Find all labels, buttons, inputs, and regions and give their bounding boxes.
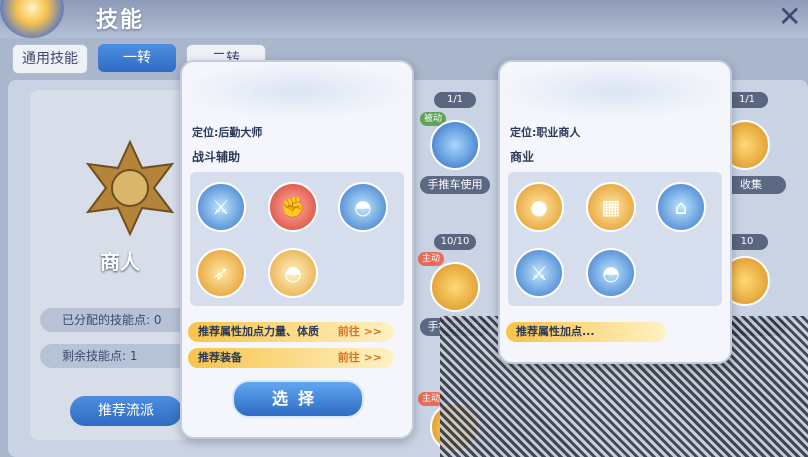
recommend-attr-row[interactable]: 推荐属性加点力量、体质 前往 >> (188, 322, 394, 342)
skill-tag: 主动 (418, 252, 445, 266)
cart-attack-skill-icon[interactable] (430, 262, 480, 312)
recommend-attr-row[interactable]: 推荐属性加点... (506, 322, 666, 342)
recommend-equip-row[interactable]: 推荐装备 前往 >> (188, 348, 394, 368)
recommend-attr-text: 推荐属性加点力量、体质 (198, 325, 319, 338)
recommend-school-button[interactable]: 推荐流派 (70, 396, 182, 426)
skill-count: 1/1 (726, 92, 768, 108)
card-subtitle: 商业 (510, 150, 535, 164)
close-icon[interactable]: ✕ (778, 0, 801, 33)
market-stall-icon[interactable]: ▦ (586, 182, 636, 232)
cart-bowl-icon[interactable]: ◓ (586, 248, 636, 298)
recommend-equip-text: 推荐装备 (198, 351, 242, 364)
cart-bowl-icon[interactable]: ◓ (338, 182, 388, 232)
card-role: 定位:职业商人 (510, 126, 581, 139)
card-role: 定位:后勤大师 (192, 126, 263, 139)
card-header (182, 62, 412, 120)
skill-count: 10/10 (434, 234, 476, 250)
path-card-merchant[interactable]: 定位:职业商人 商业 ● ▦ ⌂ ⚔ ◓ 推荐属性加点... (498, 60, 732, 364)
select-button[interactable]: 选择 (232, 380, 364, 418)
cart-drag-icon[interactable]: ➶ (196, 248, 246, 298)
skill-count: 10 (726, 234, 768, 250)
skill-count: 1/1 (434, 92, 476, 108)
class-badge-icon (85, 139, 175, 237)
card-subtitle: 战斗辅助 (192, 150, 241, 164)
go-link[interactable]: 前往 >> (338, 348, 382, 368)
tab-general-skills[interactable]: 通用技能 (12, 44, 88, 74)
page-title: 技能 (96, 8, 145, 33)
cart-use-skill-icon[interactable] (430, 120, 480, 170)
remaining-points: 剩余技能点: 1 (40, 344, 190, 368)
cart-attack-icon[interactable]: ◓ (268, 248, 318, 298)
strength-icon[interactable]: ✊ (268, 182, 318, 232)
recommend-attr-text: 推荐属性加点... (516, 325, 595, 338)
skill-label: 手推车使用 (420, 176, 490, 194)
sword-icon[interactable]: ⚔ (196, 182, 246, 232)
path-card-logistics[interactable]: 定位:后勤大师 战斗辅助 ⚔ ✊ ◓ ➶ ◓ 推荐属性加点力量、体质 前往 >>… (180, 60, 414, 439)
assigned-points: 已分配的技能点: 0 (40, 308, 190, 332)
coin-icon[interactable]: ● (514, 182, 564, 232)
go-link[interactable]: 前往 >> (338, 322, 382, 342)
class-name: 商人 (100, 250, 140, 274)
card-header (500, 62, 730, 120)
sword-icon[interactable]: ⚔ (514, 248, 564, 298)
shop-icon[interactable]: ⌂ (656, 182, 706, 232)
tab-first-job[interactable]: 一转 (98, 44, 176, 72)
